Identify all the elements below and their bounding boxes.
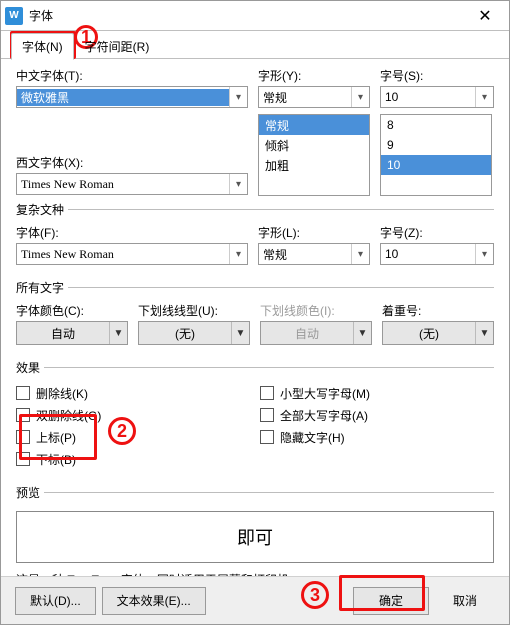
font-dialog: W 字体 ✕ 字体(N) 字符间距(R) 中文字体(T): 微软雅黑 ▾ 字形(… [0, 0, 510, 625]
list-item[interactable]: 常规 [259, 115, 369, 135]
preview-legend: 预览 [16, 484, 44, 501]
checkbox-icon [16, 430, 30, 444]
underline-color-combo: 自动 ▼ [260, 321, 372, 345]
double-strike-checkbox[interactable]: 双删除线(G) [16, 404, 250, 426]
strike-label: 删除线(K) [36, 385, 88, 402]
latin-font-combo[interactable]: Times New Roman ▾ [16, 173, 248, 195]
cjk-style-listbox[interactable]: 常规 倾斜 加粗 [258, 114, 370, 196]
complex-legend: 复杂文种 [16, 201, 68, 218]
preview-sample: 即可 [237, 524, 273, 550]
complex-font-label: 字体(F): [16, 224, 248, 241]
list-item[interactable]: 8 [381, 115, 491, 135]
cjk-font-combo[interactable]: 微软雅黑 ▾ [16, 86, 248, 108]
checkbox-icon [260, 408, 274, 422]
hidden-checkbox[interactable]: 隐藏文字(H) [260, 426, 494, 448]
underline-style-value: (无) [139, 325, 231, 342]
chevron-down-icon[interactable]: ▾ [229, 244, 247, 264]
checkbox-icon [16, 386, 30, 400]
latin-font-label: 西文字体(X): [16, 154, 248, 171]
text-effects-button[interactable]: 文本效果(E)... [102, 587, 206, 615]
tabstrip: 字体(N) 字符间距(R) [1, 31, 509, 59]
default-button[interactable]: 默认(D)... [15, 587, 96, 615]
dialog-footer: 默认(D)... 文本效果(E)... 确定 取消 [1, 576, 509, 624]
chevron-down-icon: ▼ [114, 328, 124, 339]
superscript-checkbox[interactable]: 上标(P) [16, 426, 250, 448]
checkbox-icon [260, 430, 274, 444]
chevron-down-icon: ▼ [236, 328, 246, 339]
dialog-content: 中文字体(T): 微软雅黑 ▾ 字形(Y): 常规 ▾ 字号(S): 10 ▾ [1, 59, 509, 594]
list-item[interactable]: 倾斜 [259, 135, 369, 155]
cjk-font-label: 中文字体(T): [16, 67, 248, 84]
underline-color-value: 自动 [261, 325, 353, 342]
list-item[interactable]: 加粗 [259, 155, 369, 175]
font-color-label: 字体颜色(C): [16, 302, 128, 319]
effects-legend: 效果 [16, 359, 44, 376]
complex-size-combo[interactable]: 10 ▾ [380, 243, 494, 265]
tab-spacing[interactable]: 字符间距(R) [74, 33, 161, 59]
underline-style-label: 下划线线型(U): [138, 302, 250, 319]
cjk-style-label: 字形(Y): [258, 67, 370, 84]
cjk-size-value: 10 [381, 90, 475, 104]
smallcaps-label: 小型大写字母(M) [280, 385, 370, 402]
effects-group: 效果 删除线(K) 双删除线(G) 上标(P) 下标(B) 小型大写字母(M) … [16, 359, 494, 478]
checkbox-icon [260, 386, 274, 400]
double-strike-label: 双删除线(G) [36, 407, 101, 424]
cjk-style-combo[interactable]: 常规 ▾ [258, 86, 370, 108]
window-title: 字体 [29, 7, 465, 24]
subscript-checkbox[interactable]: 下标(B) [16, 448, 250, 470]
checkbox-icon [16, 452, 30, 466]
cjk-size-listbox[interactable]: 8 9 10 [380, 114, 492, 196]
cjk-size-combo[interactable]: 10 ▾ [380, 86, 494, 108]
complex-size-label: 字号(Z): [380, 224, 494, 241]
latin-font-value: Times New Roman [17, 177, 229, 192]
emphasis-value: (无) [383, 325, 475, 342]
cancel-button[interactable]: 取消 [435, 587, 495, 615]
underline-color-label: 下划线颜色(I): [260, 302, 372, 319]
allcaps-checkbox[interactable]: 全部大写字母(A) [260, 404, 494, 426]
strike-checkbox[interactable]: 删除线(K) [16, 382, 250, 404]
cjk-style-value: 常规 [259, 89, 351, 106]
chevron-down-icon[interactable]: ▾ [475, 87, 493, 107]
cjk-size-label: 字号(S): [380, 67, 494, 84]
preview-box: 即可 [16, 511, 494, 563]
all-text-group: 所有文字 字体颜色(C): 自动 ▼ 下划线线型(U): (无) ▼ [16, 279, 494, 353]
complex-style-value: 常规 [259, 246, 351, 263]
checkbox-icon [16, 408, 30, 422]
ok-button[interactable]: 确定 [353, 587, 429, 615]
complex-size-value: 10 [381, 247, 475, 261]
subscript-label: 下标(B) [36, 451, 76, 468]
list-item[interactable]: 9 [381, 135, 491, 155]
chevron-down-icon: ▼ [480, 328, 490, 339]
allcaps-label: 全部大写字母(A) [280, 407, 368, 424]
chevron-down-icon[interactable]: ▾ [475, 244, 493, 264]
app-icon: W [5, 7, 23, 25]
superscript-label: 上标(P) [36, 429, 76, 446]
complex-style-combo[interactable]: 常规 ▾ [258, 243, 370, 265]
emphasis-combo[interactable]: (无) ▼ [382, 321, 494, 345]
chevron-down-icon[interactable]: ▾ [351, 244, 369, 264]
list-item[interactable]: 10 [381, 155, 491, 175]
chevron-down-icon: ▼ [358, 328, 368, 339]
chevron-down-icon[interactable]: ▾ [229, 174, 247, 194]
font-color-value: 自动 [17, 325, 109, 342]
tab-font[interactable]: 字体(N) [11, 33, 74, 60]
complex-style-label: 字形(L): [258, 224, 370, 241]
titlebar: W 字体 ✕ [1, 1, 509, 31]
complex-script-group: 复杂文种 字体(F): Times New Roman ▾ 字形(L): 常规 … [16, 201, 494, 273]
font-color-combo[interactable]: 自动 ▼ [16, 321, 128, 345]
smallcaps-checkbox[interactable]: 小型大写字母(M) [260, 382, 494, 404]
hidden-label: 隐藏文字(H) [280, 429, 345, 446]
close-button[interactable]: ✕ [465, 1, 505, 30]
chevron-down-icon[interactable]: ▾ [351, 87, 369, 107]
complex-font-value: Times New Roman [17, 247, 229, 262]
chevron-down-icon[interactable]: ▾ [229, 87, 247, 107]
underline-style-combo[interactable]: (无) ▼ [138, 321, 250, 345]
all-text-legend: 所有文字 [16, 279, 68, 296]
emphasis-label: 着重号: [382, 302, 494, 319]
complex-font-combo[interactable]: Times New Roman ▾ [16, 243, 248, 265]
cjk-font-value: 微软雅黑 [17, 89, 229, 106]
